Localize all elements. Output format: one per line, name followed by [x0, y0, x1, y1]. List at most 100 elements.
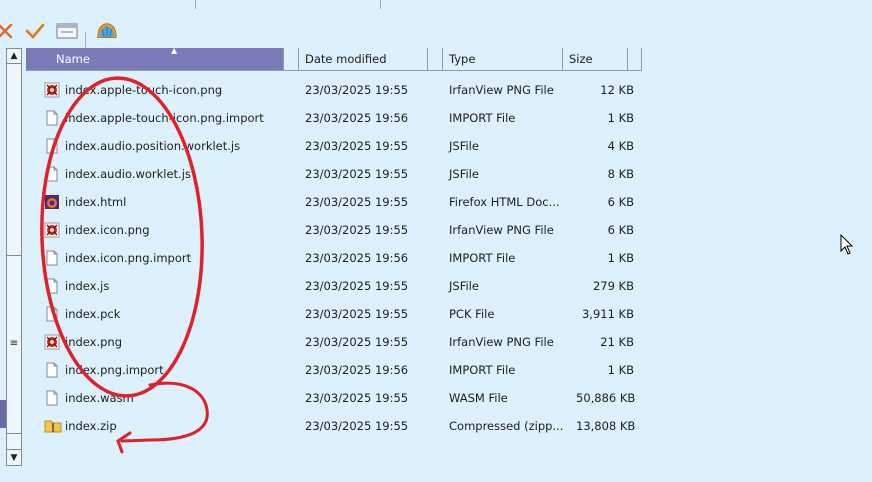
file-name: index.html [65, 195, 127, 209]
file-type: WASM File [449, 391, 508, 405]
file-name: index.apple-touch-icon.png.import [65, 111, 264, 125]
file-row[interactable]: index.icon.png 23/03/2025 19:55 IrfanView … [26, 216, 636, 244]
toolbar [0, 14, 872, 60]
irfanview-png-icon [44, 222, 60, 238]
scroll-up-arrow[interactable]: ▲ [7, 49, 21, 63]
column-name-label: Name [56, 52, 90, 66]
file-type: JSFile [449, 279, 479, 293]
file-name: index.wasm [65, 391, 134, 405]
file-name: index.zip [65, 419, 117, 433]
generic-file-icon [44, 250, 60, 266]
scroll-thumb-edge [7, 433, 21, 434]
column-type[interactable]: Type [443, 48, 563, 71]
generic-file-icon [44, 306, 60, 322]
file-date: 23/03/2025 19:55 [305, 223, 409, 237]
file-date: 23/03/2025 19:55 [305, 83, 409, 97]
file-row[interactable]: index.zip 23/03/2025 19:55 Compressed (zip… [26, 412, 636, 440]
column-type-label: Type [449, 52, 476, 66]
irfanview-png-icon [44, 334, 60, 350]
file-name: index.icon.png.import [65, 251, 192, 265]
scroll-divider [7, 63, 21, 64]
file-size: 1 KB [607, 111, 634, 125]
file-row[interactable]: index.png.import 23/03/2025 19:56 IMPORT F… [26, 356, 636, 384]
generic-file-icon [44, 362, 60, 378]
file-size: 3,911 KB [581, 307, 634, 321]
column-size-label: Size [569, 52, 593, 66]
vertical-scrollbar[interactable]: ▲ ≡ ▼ [6, 48, 22, 466]
file-name: index.audio.worklet.js [65, 167, 191, 181]
file-row[interactable]: index.icon.png.import 23/03/2025 19:56 IMP… [26, 244, 636, 272]
file-size: 4 KB [607, 139, 634, 153]
file-date: 23/03/2025 19:56 [305, 251, 409, 265]
column-spacer[interactable] [628, 48, 642, 71]
file-date: 23/03/2025 19:55 [305, 419, 409, 433]
scroll-down-arrow[interactable]: ▼ [7, 451, 21, 465]
file-row[interactable]: index.wasm 23/03/2025 19:55 WASM File 50,88… [26, 384, 636, 412]
generic-file-icon [44, 278, 60, 294]
file-row[interactable]: index.html 23/03/2025 19:55 Firefox HTML D… [26, 188, 636, 216]
file-name: index.apple-touch-icon.png [65, 83, 223, 97]
file-row[interactable]: index.png 23/03/2025 19:55 IrfanView PNG F… [26, 328, 636, 356]
file-type: IrfanView PNG File [449, 223, 554, 237]
file-type: PCK File [449, 307, 495, 321]
column-name[interactable]: ▲ Name [26, 46, 284, 71]
mouse-cursor-icon [840, 233, 854, 259]
generic-file-icon [44, 138, 60, 154]
file-row[interactable]: index.apple-touch-icon.png 23/03/2025 19:… [26, 76, 636, 104]
file-type: Firefox HTML Doc... [449, 195, 560, 209]
file-size: 6 KB [607, 195, 634, 209]
generic-file-icon [44, 390, 60, 406]
generic-file-icon [44, 166, 60, 182]
file-size: 21 KB [600, 335, 634, 349]
file-type: IrfanView PNG File [449, 335, 554, 349]
sort-ascending-icon: ▲ [171, 46, 178, 55]
file-type: IMPORT File [449, 363, 516, 377]
file-date: 23/03/2025 19:56 [305, 111, 409, 125]
file-date: 23/03/2025 19:55 [305, 279, 409, 293]
file-type: IrfanView PNG File [449, 83, 554, 97]
column-header: ▲ Name Date modified Type Size [26, 46, 644, 72]
column-date-label: Date modified [305, 52, 387, 66]
file-size: 50,886 KB [576, 391, 636, 405]
file-date: 23/03/2025 19:55 [305, 391, 409, 405]
file-size: 12 KB [600, 83, 634, 97]
file-date: 23/03/2025 19:55 [305, 335, 409, 349]
column-date-modified[interactable]: Date modified [299, 48, 428, 71]
file-name: index.png [65, 335, 123, 349]
file-date: 23/03/2025 19:55 [305, 195, 409, 209]
column-size[interactable]: Size [563, 48, 628, 71]
file-name: index.icon.png [65, 223, 150, 237]
zip-folder-icon [44, 418, 62, 434]
file-row[interactable]: index.audio.worklet.js 23/03/2025 19:55 JS… [26, 160, 636, 188]
file-name: index.audio.position.worklet.js [65, 139, 241, 153]
cancel-icon[interactable] [0, 20, 16, 42]
file-size: 279 KB [592, 279, 634, 293]
scroll-divider [7, 449, 21, 450]
generic-file-icon [44, 110, 60, 126]
top-strip [0, 0, 872, 12]
file-row[interactable]: index.audio.position.worklet.js 23/03/202… [26, 132, 636, 160]
irfanview-png-icon [44, 82, 60, 98]
file-date: 23/03/2025 19:56 [305, 363, 409, 377]
column-spacer[interactable] [284, 48, 299, 71]
file-row[interactable]: index.apple-touch-icon.png.import 23/03/2… [26, 104, 636, 132]
window-icon[interactable] [56, 20, 78, 42]
file-name: index.pck [65, 307, 121, 321]
file-type: JSFile [449, 167, 479, 181]
scroll-grip-icon[interactable]: ≡ [9, 339, 19, 349]
file-size: 1 KB [607, 251, 634, 265]
file-date: 23/03/2025 19:55 [305, 139, 409, 153]
column-spacer[interactable] [428, 48, 443, 71]
file-size: 8 KB [607, 167, 634, 181]
file-row[interactable]: index.pck 23/03/2025 19:55 PCK File 3,911 K… [26, 300, 636, 328]
file-type: JSFile [449, 139, 479, 153]
strip-divider [380, 0, 381, 9]
file-name: index.png.import [65, 363, 164, 377]
file-row[interactable]: index.js 23/03/2025 19:55 JSFile 279 KB [26, 272, 636, 300]
scroll-thumb-edge [7, 255, 21, 256]
file-size: 1 KB [607, 363, 634, 377]
shell-icon[interactable] [96, 20, 118, 42]
check-icon[interactable] [24, 20, 46, 42]
file-date: 23/03/2025 19:55 [305, 167, 409, 181]
file-size: 6 KB [607, 223, 634, 237]
